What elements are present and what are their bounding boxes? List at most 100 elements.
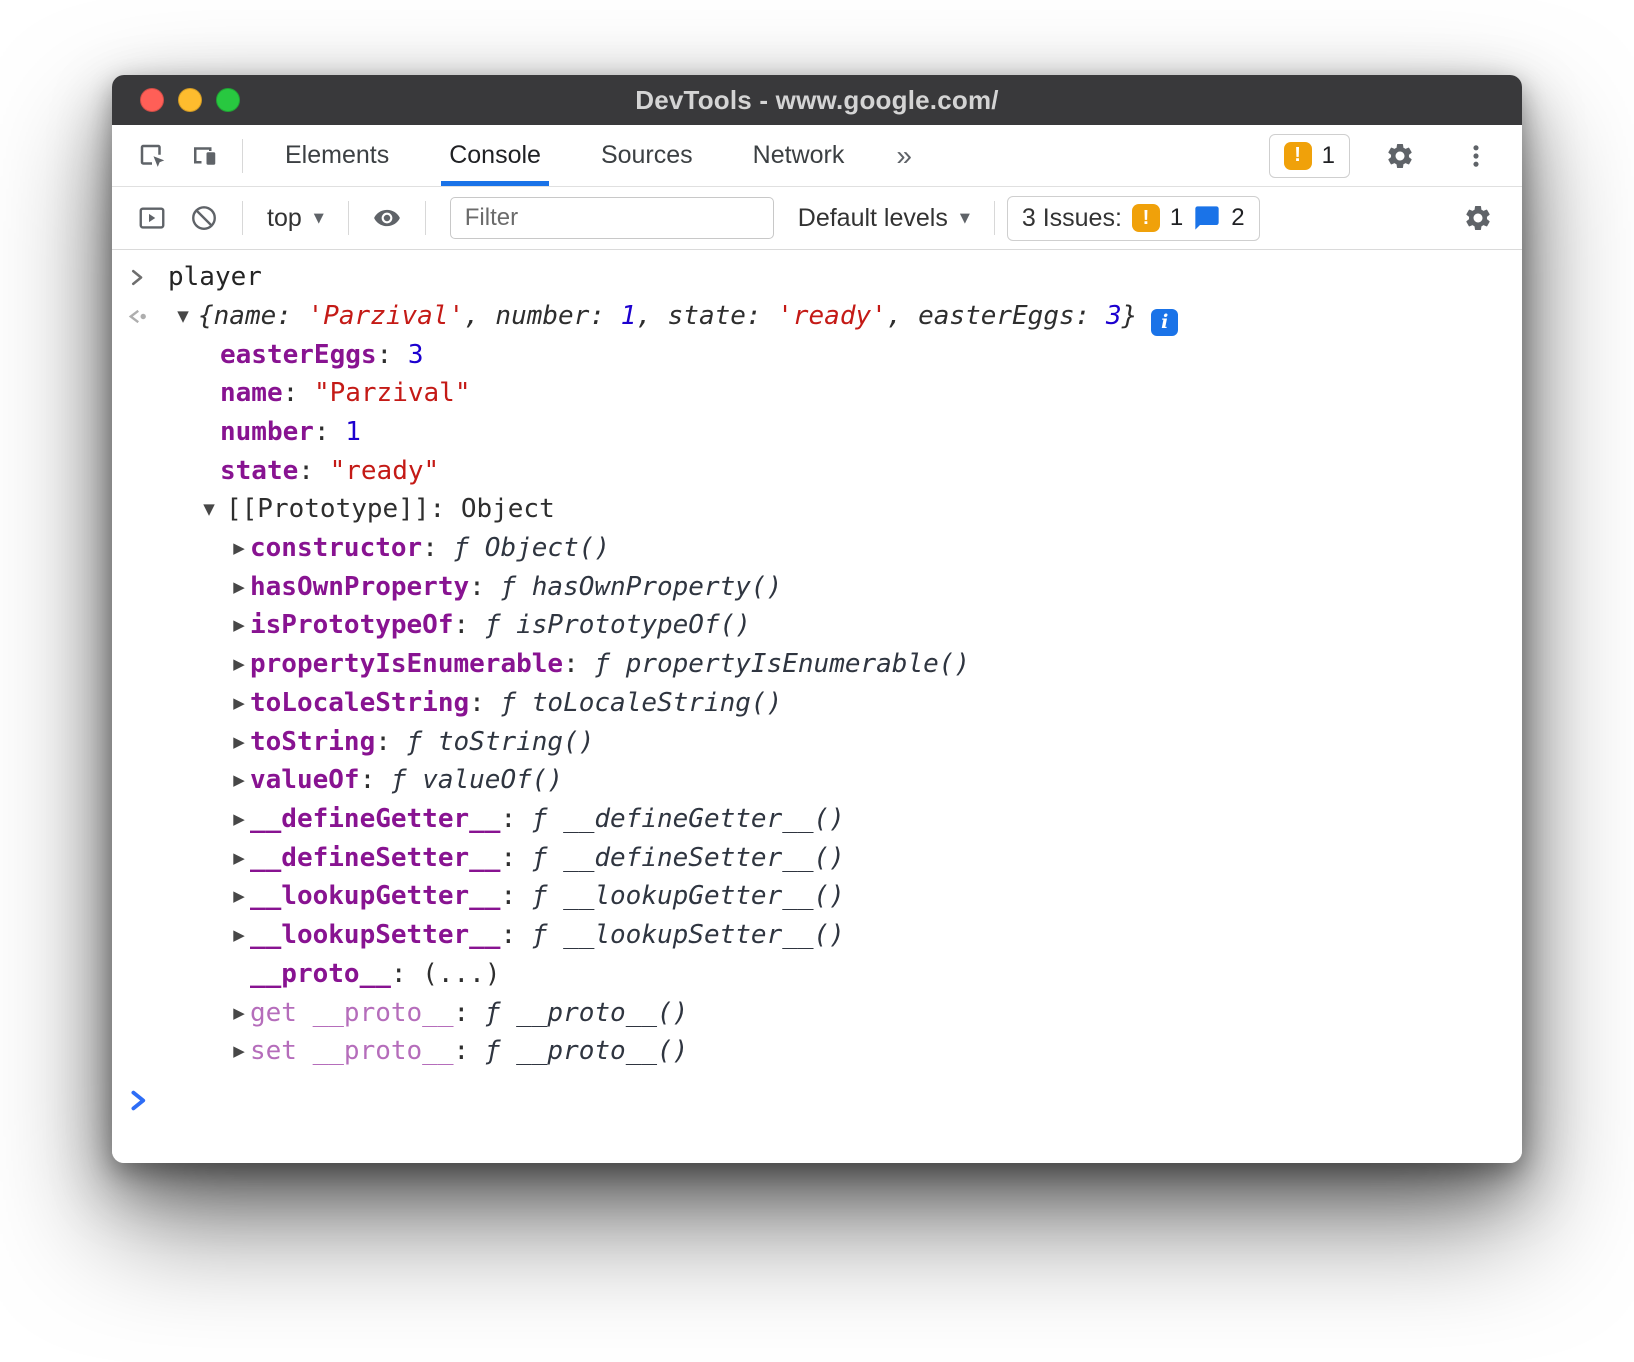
devtools-window: DevTools - www.google.com/ Elements Cons… (112, 75, 1522, 1163)
disclosure-triangle-closed[interactable]: ▶ (228, 877, 250, 916)
message-bubble-icon (1193, 204, 1221, 232)
disclosure-triangle-closed[interactable]: ▶ (228, 839, 250, 878)
method-row-isPrototypeOf: ▶isPrototypeOf: ƒ isPrototypeOf() (112, 606, 1522, 645)
disclosure-triangle-closed[interactable]: ▶ (228, 645, 250, 684)
log-levels-value: Default levels (798, 204, 948, 233)
disclosure-triangle-closed[interactable]: ▶ (228, 800, 250, 839)
kebab-menu-icon (1462, 142, 1490, 170)
disclosure-triangle-closed[interactable]: ▶ (228, 606, 250, 645)
issues-counter-button[interactable]: 3 Issues: ! 1 2 (1007, 196, 1260, 241)
text-segment: } (1122, 301, 1138, 331)
device-toolbar-icon (189, 141, 219, 171)
accessor-row-get-proto: ▶get __proto__: ƒ __proto__() (112, 994, 1522, 1033)
console-input-chevron-icon (130, 1090, 147, 1111)
method-row-toLocaleString: ▶toLocaleString: ƒ toLocaleString() (112, 684, 1522, 723)
method-row-constructor: ▶constructor: ƒ Object() (112, 529, 1522, 568)
console-sidebar-toggle-button[interactable] (126, 194, 178, 242)
text-segment: ƒ toString() (407, 727, 595, 757)
text-segment: 3 (408, 340, 424, 370)
text-segment: propertyIsEnumerable (250, 649, 563, 679)
disclosure-triangle-closed[interactable]: ▶ (228, 761, 250, 800)
text-segment: number (220, 417, 314, 447)
text-segment: ƒ isPrototypeOf() (485, 610, 751, 640)
device-toolbar-button[interactable] (178, 132, 230, 180)
warning-badge-icon: ! (1132, 204, 1160, 232)
tab-network[interactable]: Network (723, 125, 875, 186)
log-levels-selector[interactable]: Default levels ▼ (786, 204, 982, 233)
text-segment: ƒ hasOwnProperty() (500, 572, 782, 602)
text-segment: __proto__ (250, 959, 391, 989)
text-segment: : (430, 494, 461, 524)
text-segment: : (360, 765, 391, 795)
more-options-kebab-button[interactable] (1450, 132, 1502, 180)
text-segment: : (314, 417, 345, 447)
disclosure-triangle-closed[interactable]: ▶ (228, 994, 250, 1033)
separator (242, 139, 243, 173)
issues-warning-count: 1 (1170, 204, 1183, 232)
text-segment: : (422, 533, 453, 563)
warnings-counter-button[interactable]: ! 1 (1269, 134, 1350, 178)
disclosure-triangle-open[interactable]: ▼ (172, 297, 194, 336)
text-segment: {name: (198, 301, 308, 331)
chevron-down-icon: ▼ (960, 211, 970, 226)
tab-sources[interactable]: Sources (571, 125, 723, 186)
sidebar-panel-icon (137, 203, 167, 233)
context-selector-value: top (267, 204, 302, 233)
text-segment: get __proto__ (250, 998, 454, 1028)
filter-input[interactable] (450, 197, 774, 239)
text-segment: , easterEggs: (887, 301, 1106, 331)
method-row-defineSetter: ▶__defineSetter__: ƒ __defineSetter__() (112, 839, 1522, 878)
text-segment: isPrototypeOf (250, 610, 454, 640)
property-row-proto: __proto__: (...) (112, 955, 1522, 994)
more-tabs-button[interactable]: » (874, 125, 934, 186)
text-segment: : (283, 378, 314, 408)
text-segment: : (469, 572, 500, 602)
disclosure-triangle-open[interactable]: ▼ (198, 490, 220, 529)
devtools-tab-bar: Elements Console Sources Network » ! 1 (112, 125, 1522, 187)
console-input-row[interactable] (112, 1085, 1522, 1117)
text-segment: "Parzival" (314, 378, 471, 408)
text-segment: 'ready' (777, 301, 887, 331)
inspect-element-button[interactable] (126, 132, 178, 180)
console-settings-button[interactable] (1452, 194, 1504, 242)
text-segment: [[Prototype]] (226, 494, 430, 524)
text-segment: ƒ __lookupSetter__() (532, 920, 845, 950)
text-segment: constructor (250, 533, 422, 563)
panel-tabs: Elements Console Sources Network » (255, 125, 934, 186)
text-segment: __lookupSetter__ (250, 920, 500, 950)
disclosure-triangle-closed[interactable]: ▶ (228, 723, 250, 762)
disclosure-triangle-closed[interactable]: ▶ (228, 916, 250, 955)
text-segment: : (391, 959, 422, 989)
text-segment: ƒ __defineGetter__() (532, 804, 845, 834)
settings-gear-button[interactable] (1374, 132, 1426, 180)
tab-label: Elements (285, 141, 389, 170)
separator (425, 201, 426, 235)
tab-console[interactable]: Console (419, 125, 571, 186)
execution-context-selector[interactable]: top ▼ (255, 204, 336, 233)
property-row-state: state: "ready" (112, 452, 1522, 491)
clear-console-button[interactable] (178, 194, 230, 242)
disclosure-triangle-closed[interactable]: ▶ (228, 684, 250, 723)
disclosure-triangle-closed[interactable]: ▶ (228, 1032, 250, 1071)
proto-expander[interactable]: (...) (422, 959, 500, 989)
text-segment: ƒ valueOf() (391, 765, 563, 795)
text-segment: ƒ __proto__() (485, 998, 689, 1028)
titlebar: DevTools - www.google.com/ (112, 75, 1522, 125)
tab-elements[interactable]: Elements (255, 125, 419, 186)
text-segment: ƒ __defineSetter__() (532, 843, 845, 873)
text-segment: : (454, 1036, 485, 1066)
text-segment: toString (250, 727, 375, 757)
text-segment: : (298, 456, 329, 486)
text-segment: : (375, 727, 406, 757)
create-live-expression-button[interactable] (361, 194, 413, 242)
eye-icon (372, 203, 402, 233)
text-segment: 1 (621, 301, 637, 331)
text-segment: : (454, 998, 485, 1028)
disclosure-triangle-closed[interactable]: ▶ (228, 529, 250, 568)
text-segment: hasOwnProperty (250, 572, 469, 602)
text-segment: : (500, 881, 531, 911)
disclosure-triangle-closed[interactable]: ▶ (228, 568, 250, 607)
text-segment: ƒ __proto__() (485, 1036, 689, 1066)
text-segment: valueOf (250, 765, 360, 795)
gear-icon (1463, 203, 1493, 233)
